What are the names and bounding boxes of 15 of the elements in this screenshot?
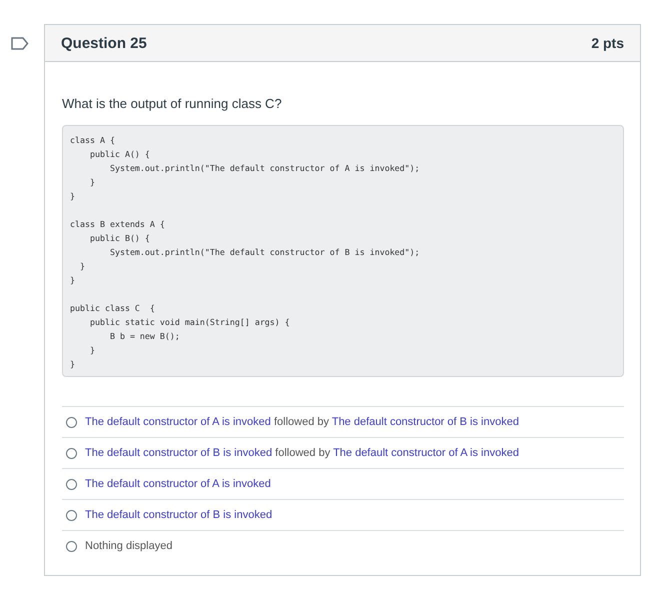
flag-icon[interactable] bbox=[11, 37, 29, 50]
radio-button[interactable] bbox=[66, 416, 77, 428]
answer-text: The default constructor of B is invoked bbox=[85, 509, 272, 521]
radio-button[interactable] bbox=[66, 510, 77, 520]
answer-text: The default constructor of A is invoked bbox=[85, 478, 271, 490]
question-text: What is the output of running class C? bbox=[62, 96, 283, 111]
radio-button[interactable] bbox=[66, 540, 77, 552]
radio-button[interactable] bbox=[66, 478, 77, 490]
answer-text: The default constructor of B is invoked followed by The default constructor of A is invoked bbox=[85, 447, 519, 459]
answer-text: Nothing displayed bbox=[85, 540, 172, 552]
radio-button[interactable] bbox=[66, 448, 77, 458]
question-title: Question 25 bbox=[61, 34, 147, 52]
points-label: 2 pts bbox=[591, 35, 624, 51]
code-block: class A { public A() { System.out.println("The default constructor of A is invoked"); } } class B extends A { public B() { System.out.println("The default constructor of B is invoked"); } } public class C { public static void main(String[] args) { B b = new B(); } } bbox=[62, 125, 624, 377]
answer-text: The default constructor of A is invoked followed by The default constructor of B is invoked bbox=[85, 416, 519, 428]
